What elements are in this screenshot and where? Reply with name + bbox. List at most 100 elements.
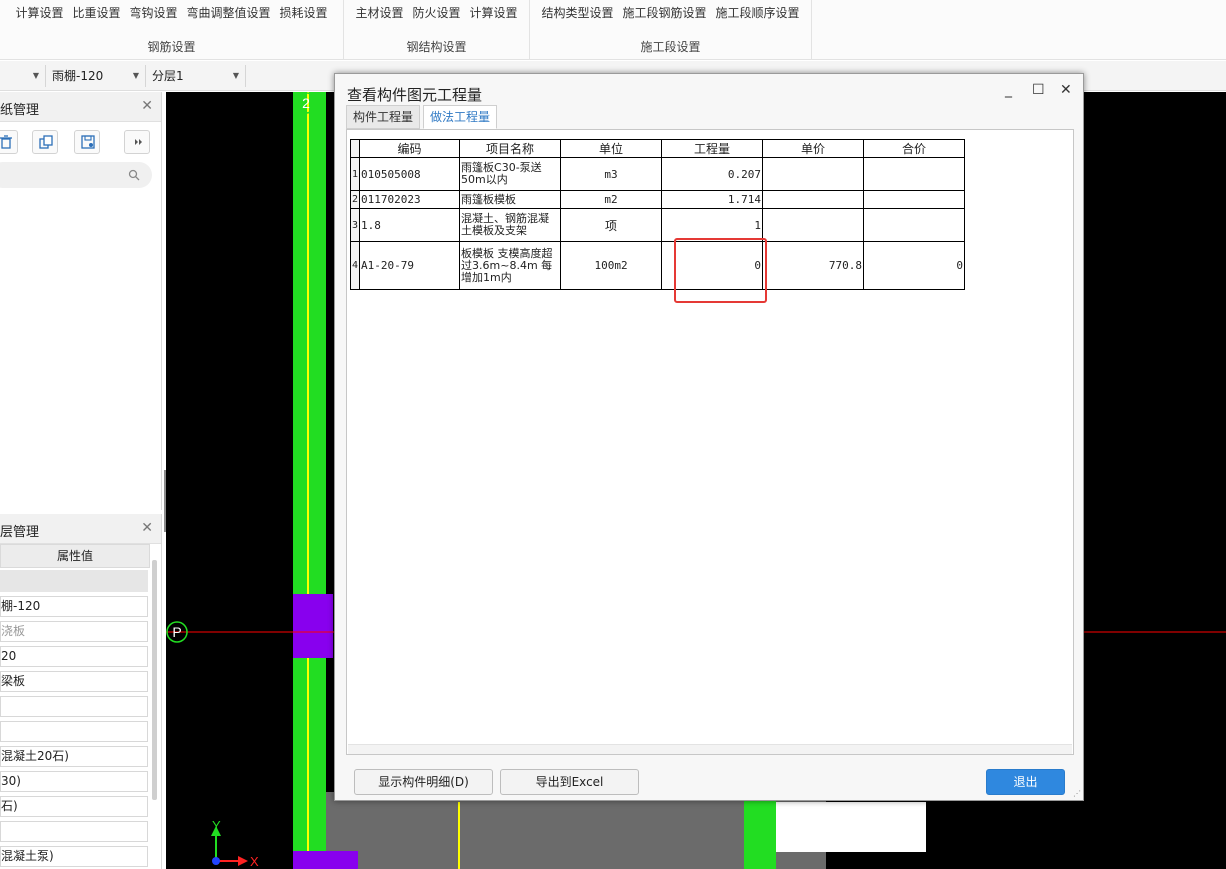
component-select[interactable]: 雨棚-120 ▼ bbox=[48, 65, 146, 87]
floor-select[interactable]: ▼ bbox=[0, 65, 46, 87]
table-row[interactable]: 1 010505008 雨篷板C30-泵送50m以内 m3 0.207 bbox=[349, 157, 966, 191]
cell-unit[interactable]: m2 bbox=[560, 190, 663, 209]
attr-row-thickness[interactable]: 20 bbox=[0, 646, 148, 667]
more-button[interactable] bbox=[124, 130, 150, 154]
attr-row-aggregate[interactable]: 石) bbox=[0, 796, 148, 817]
table-row[interactable]: 3 1.8 混凝土、钢筋混凝土模板及支架 项 1 bbox=[349, 208, 966, 242]
cell-name[interactable]: 雨篷板C30-泵送50m以内 bbox=[459, 157, 562, 191]
ribbon: 计算设置 比重设置 弯钩设置 弯曲调整值设置 损耗设置 钢筋设置 主材设置 防火… bbox=[0, 0, 1226, 60]
close-icon[interactable]: ✕ bbox=[141, 520, 153, 536]
slab-purple bbox=[293, 594, 333, 658]
drawing-search-input[interactable] bbox=[0, 162, 152, 188]
attr-row-concrete-type[interactable]: 混凝土20石) bbox=[0, 746, 148, 767]
attr-row-name[interactable]: 棚-120 bbox=[0, 596, 148, 617]
dialog-title: 查看构件图元工程量 bbox=[347, 86, 483, 104]
cell-name[interactable]: 板模板 支模高度超过3.6m~8.4m 每增加1m内 bbox=[459, 241, 562, 290]
cell-total-price[interactable] bbox=[863, 190, 966, 209]
col-header-total-price[interactable]: 合价 bbox=[863, 139, 966, 158]
ribbon-group-steel: 主材设置 防火设置 计算设置 钢结构设置 bbox=[344, 0, 530, 60]
close-icon[interactable]: ✕ bbox=[141, 98, 153, 114]
attr-value-header: 属性值 bbox=[0, 544, 150, 568]
cell-name[interactable]: 混凝土、钢筋混凝土模板及支架 bbox=[459, 208, 562, 242]
tab-method-quantity[interactable]: 做法工程量 bbox=[423, 105, 498, 129]
steel-calc-settings-button[interactable]: 计算设置 bbox=[470, 4, 518, 21]
copy-icon bbox=[39, 135, 53, 149]
axis-p-label: P bbox=[172, 624, 181, 640]
layer-management-panel: 层管理 ✕ 属性值 棚-120 浇板 20 梁板 混凝土20石) 30) 石) … bbox=[0, 514, 162, 869]
density-settings-button[interactable]: 比重设置 bbox=[72, 4, 120, 21]
copy-button[interactable] bbox=[32, 130, 58, 154]
cell-total-price[interactable] bbox=[863, 208, 966, 242]
cell-total-price[interactable]: 0 bbox=[863, 241, 966, 290]
cell-quantity[interactable]: 0.207 bbox=[661, 157, 764, 191]
attr-row-category[interactable]: 梁板 bbox=[0, 671, 148, 692]
table-header-row: 编码 项目名称 单位 工程量 单价 合价 bbox=[349, 139, 966, 158]
layer-select[interactable]: 分层1 ▼ bbox=[148, 65, 246, 87]
rebar-calc-settings-button[interactable]: 计算设置 bbox=[15, 4, 63, 21]
resize-grip-icon[interactable]: ⋰ bbox=[1073, 789, 1081, 798]
beam-green bbox=[744, 792, 776, 869]
minimize-icon[interactable]: _ bbox=[1005, 82, 1012, 98]
beam-green bbox=[293, 92, 326, 869]
main-material-settings-button[interactable]: 主材设置 bbox=[355, 4, 403, 21]
attr-row-empty[interactable] bbox=[0, 721, 148, 742]
attr-row-pump[interactable]: 混凝土泵) bbox=[0, 846, 148, 867]
cell-unit[interactable]: m3 bbox=[560, 157, 663, 191]
show-component-detail-button[interactable]: 显示构件明细(D) bbox=[354, 769, 493, 795]
table-row[interactable]: 2 011702023 雨篷板模板 m2 1.714 bbox=[349, 190, 966, 209]
layer-select-value: 分层1 bbox=[152, 69, 184, 83]
layer-panel-scrollbar[interactable] bbox=[152, 560, 157, 800]
save-button[interactable] bbox=[74, 130, 100, 154]
cell-code[interactable]: 1.8 bbox=[359, 208, 461, 242]
cell-unit-price[interactable] bbox=[762, 157, 865, 191]
cell-name[interactable]: 雨篷板模板 bbox=[459, 190, 562, 209]
cell-total-price[interactable] bbox=[863, 157, 966, 191]
component-select-value: 雨棚-120 bbox=[52, 69, 104, 83]
cell-quantity[interactable]: 0 bbox=[661, 241, 764, 290]
bend-adjust-settings-button[interactable]: 弯曲调整值设置 bbox=[187, 4, 271, 21]
drawing-panel-title: 纸管理 bbox=[0, 103, 40, 118]
col-header-code[interactable]: 编码 bbox=[359, 139, 461, 158]
cell-quantity[interactable]: 1.714 bbox=[661, 190, 764, 209]
cell-code[interactable]: 011702023 bbox=[359, 190, 461, 209]
cell-unit-price[interactable]: 770.8 bbox=[762, 241, 865, 290]
hook-settings-button[interactable]: 弯钩设置 bbox=[129, 4, 177, 21]
export-excel-button[interactable]: 导出到Excel bbox=[500, 769, 639, 795]
double-chevron-right-icon bbox=[135, 139, 142, 145]
exit-button[interactable]: 退出 bbox=[986, 769, 1065, 795]
col-header-name[interactable]: 项目名称 bbox=[459, 139, 562, 158]
col-header-quantity[interactable]: 工程量 bbox=[661, 139, 764, 158]
delete-button[interactable] bbox=[0, 130, 18, 154]
maximize-icon[interactable]: ☐ bbox=[1032, 82, 1045, 98]
cell-quantity[interactable]: 1 bbox=[661, 208, 764, 242]
attr-row-concrete-grade[interactable]: 30) bbox=[0, 771, 148, 792]
cell-code[interactable]: 010505008 bbox=[359, 157, 461, 191]
stage-rebar-settings-button[interactable]: 施工段钢筋设置 bbox=[622, 4, 706, 21]
table-horizontal-scrollbar[interactable] bbox=[348, 744, 1072, 754]
cell-unit[interactable]: 100m2 bbox=[560, 241, 663, 290]
col-header-unit-price[interactable]: 单价 bbox=[762, 139, 865, 158]
structure-type-settings-button[interactable]: 结构类型设置 bbox=[541, 4, 613, 21]
ribbon-group-rebar: 计算设置 比重设置 弯钩设置 弯曲调整值设置 损耗设置 钢筋设置 bbox=[0, 0, 344, 60]
ribbon-group-label: 钢筋设置 bbox=[147, 40, 196, 54]
chevron-down-icon: ▼ bbox=[232, 71, 239, 80]
loss-settings-button[interactable]: 损耗设置 bbox=[280, 4, 328, 21]
tab-component-quantity[interactable]: 构件工程量 bbox=[346, 105, 421, 129]
col-header-unit[interactable]: 单位 bbox=[560, 139, 663, 158]
stage-order-settings-button[interactable]: 施工段顺序设置 bbox=[716, 4, 800, 21]
attr-row-empty[interactable] bbox=[0, 696, 148, 717]
fireproof-settings-button[interactable]: 防火设置 bbox=[412, 4, 460, 21]
save-icon bbox=[81, 135, 95, 149]
close-icon[interactable]: ✕ bbox=[1060, 82, 1072, 98]
layer-panel-header: 层管理 ✕ bbox=[0, 514, 161, 544]
row-number: 4 bbox=[349, 241, 361, 290]
cell-unit[interactable]: 项 bbox=[560, 208, 663, 242]
table-row[interactable]: 4 A1-20-79 板模板 支模高度超过3.6m~8.4m 每增加1m内 10… bbox=[349, 241, 966, 290]
attr-row-type[interactable]: 浇板 bbox=[0, 621, 148, 642]
drawing-management-panel: 纸管理 ✕ bbox=[0, 92, 162, 510]
cell-unit-price[interactable] bbox=[762, 208, 865, 242]
cell-code[interactable]: A1-20-79 bbox=[359, 241, 461, 290]
cell-unit-price[interactable] bbox=[762, 190, 865, 209]
label-box bbox=[776, 802, 926, 852]
attr-row-empty[interactable] bbox=[0, 821, 148, 842]
